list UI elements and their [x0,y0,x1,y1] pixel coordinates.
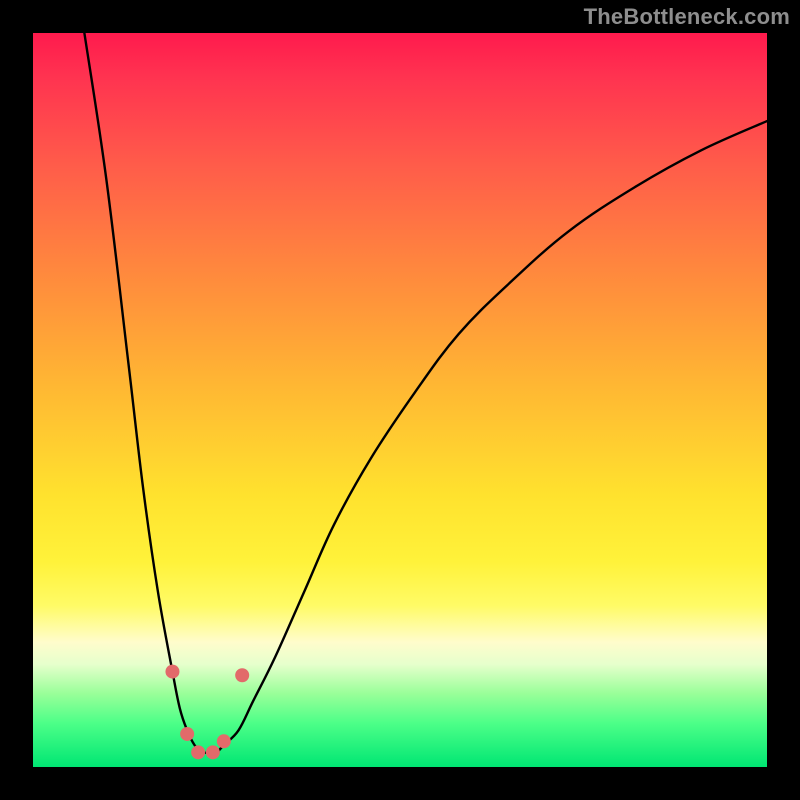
curve-dot [217,734,231,748]
chart-frame: TheBottleneck.com [0,0,800,800]
curve-dot [206,745,220,759]
curve-dot [180,727,194,741]
curve-dot [191,745,205,759]
curve-markers [165,665,249,760]
plot-area [33,33,767,767]
watermark-text: TheBottleneck.com [584,4,790,30]
curve-dot [235,668,249,682]
bottleneck-curve [84,33,767,753]
curve-dot [165,665,179,679]
curve-layer [33,33,767,767]
